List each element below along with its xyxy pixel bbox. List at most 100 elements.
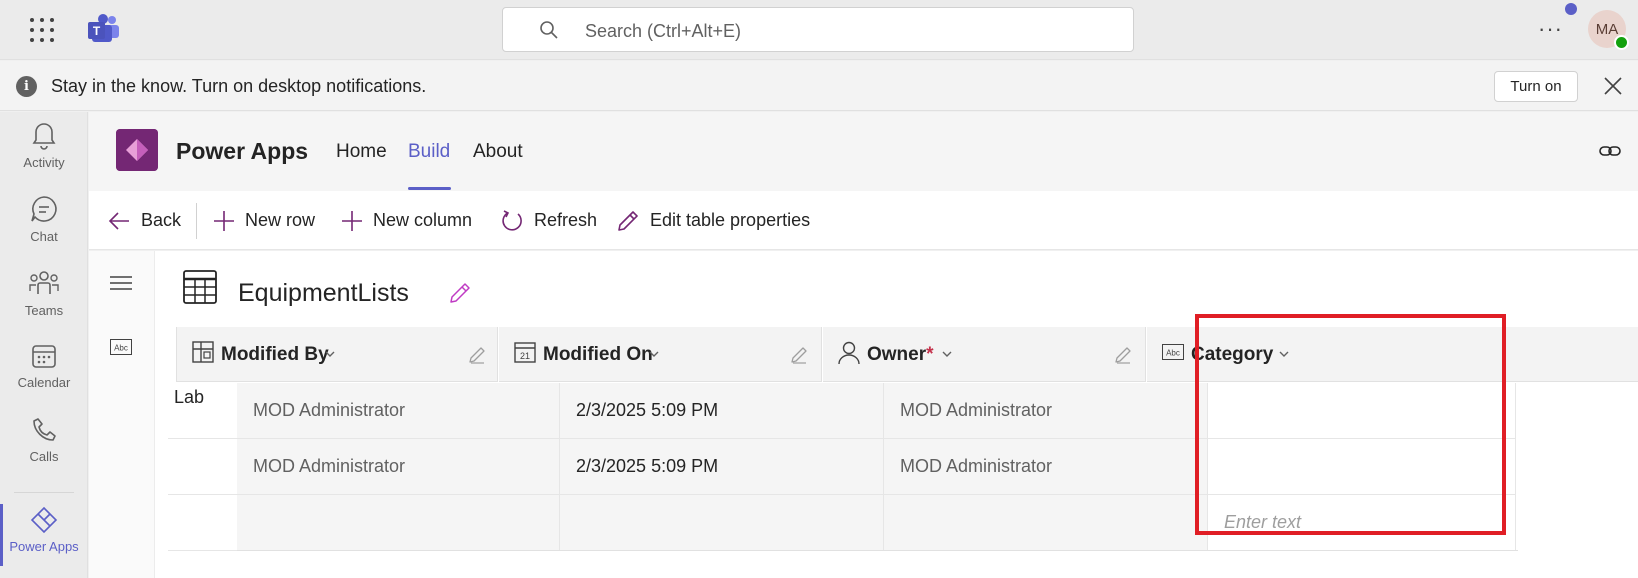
column-header-category[interactable]: Abc Category bbox=[1147, 327, 1638, 382]
tab-build[interactable]: Build bbox=[408, 141, 450, 163]
more-options-icon[interactable]: ··· bbox=[1538, 16, 1563, 42]
rail-label: Activity bbox=[23, 155, 65, 170]
app-bar: Activity Chat Teams Calendar Calls Power… bbox=[0, 112, 88, 578]
active-tab-indicator bbox=[408, 187, 451, 190]
person-icon bbox=[838, 341, 860, 365]
search-icon bbox=[540, 21, 558, 39]
category-input[interactable]: Enter text bbox=[1208, 495, 1516, 551]
column-label: Owner* bbox=[867, 344, 934, 365]
column-label: Modified On bbox=[543, 344, 653, 365]
cell-category[interactable] bbox=[1208, 439, 1516, 495]
rail-label: Power Apps bbox=[9, 539, 79, 554]
cell-modified-by[interactable]: MOD Administrator bbox=[237, 439, 560, 495]
rail-label: Calls bbox=[29, 449, 59, 464]
edit-column-icon[interactable] bbox=[789, 345, 809, 365]
column-header-modified-on[interactable]: 21 Modified On bbox=[499, 327, 822, 382]
cell-owner-empty[interactable] bbox=[884, 495, 1208, 551]
text-abc-icon: Abc bbox=[1162, 344, 1184, 360]
text-abc-icon[interactable]: Abc bbox=[110, 339, 132, 355]
new-column-button[interactable]: New column bbox=[341, 191, 472, 250]
power-apps-logo-icon bbox=[116, 129, 158, 171]
refresh-button[interactable]: Refresh bbox=[500, 191, 597, 250]
app-name: Power Apps bbox=[176, 138, 309, 164]
cell-owner[interactable]: MOD Administrator bbox=[884, 439, 1208, 495]
close-icon[interactable] bbox=[1601, 74, 1625, 98]
column-header-modified-by[interactable]: Modified By bbox=[176, 327, 498, 382]
pencil-icon bbox=[618, 210, 638, 231]
notification-banner: i Stay in the know. Turn on desktop noti… bbox=[0, 61, 1638, 111]
calendar-date-icon: 21 bbox=[514, 342, 536, 363]
chevron-down-icon[interactable] bbox=[648, 348, 660, 360]
edit-table-properties-label: Edit table properties bbox=[650, 210, 811, 230]
teams-icon bbox=[29, 271, 59, 294]
tab-home[interactable]: Home bbox=[336, 141, 387, 163]
hamburger-menu-icon[interactable] bbox=[109, 275, 133, 291]
required-indicator: * bbox=[926, 344, 934, 365]
table-bottom-border bbox=[168, 550, 1518, 551]
avatar[interactable]: MA bbox=[1588, 10, 1629, 50]
presence-available-icon bbox=[1614, 35, 1629, 50]
command-bar: Back New row New column Refresh Edit tab… bbox=[89, 191, 1638, 250]
rail-divider bbox=[14, 492, 74, 493]
svg-text:Abc: Abc bbox=[1166, 349, 1180, 358]
cell-modified-on-empty[interactable] bbox=[560, 495, 884, 551]
search-placeholder: Search (Ctrl+Alt+E) bbox=[585, 21, 742, 41]
refresh-icon bbox=[502, 209, 522, 231]
new-row-button[interactable]: New row bbox=[213, 191, 315, 250]
row-divider bbox=[168, 494, 237, 495]
bell-icon bbox=[32, 123, 56, 150]
rail-label: Teams bbox=[24, 303, 64, 318]
table-title: EquipmentLists bbox=[238, 279, 409, 307]
edit-table-properties-button[interactable]: Edit table properties bbox=[616, 191, 810, 250]
plus-icon bbox=[342, 210, 362, 231]
cell-owner[interactable]: MOD Administrator bbox=[884, 383, 1208, 439]
cell-modified-on[interactable]: 2/3/2025 5:09 PM bbox=[560, 383, 884, 439]
rail-item-calendar[interactable]: Calendar bbox=[0, 342, 88, 390]
rail-item-activity[interactable]: Activity bbox=[0, 120, 88, 170]
chevron-down-icon[interactable] bbox=[941, 348, 953, 360]
table-icon bbox=[183, 270, 217, 304]
svg-text:Abc: Abc bbox=[114, 344, 128, 353]
primary-column-cells bbox=[168, 383, 237, 551]
new-column-label: New column bbox=[373, 210, 473, 230]
notification-text: Stay in the know. Turn on desktop notifi… bbox=[51, 76, 427, 96]
link-icon[interactable] bbox=[1598, 139, 1622, 163]
table-editor: Abc EquipmentLists Modified By 21 Modifi… bbox=[89, 251, 1638, 578]
rail-item-teams[interactable]: Teams bbox=[0, 268, 88, 318]
rail-item-chat[interactable]: Chat bbox=[0, 194, 88, 244]
avatar-initials: MA bbox=[1595, 20, 1619, 38]
lookup-icon bbox=[192, 341, 214, 363]
refresh-label: Refresh bbox=[534, 210, 598, 230]
notification-dot bbox=[1565, 3, 1577, 15]
column-label: Category bbox=[1191, 344, 1274, 365]
app-header: Power Apps Home Build About bbox=[89, 112, 1638, 191]
phone-icon bbox=[33, 418, 56, 441]
new-row-label: New row bbox=[245, 210, 316, 230]
rail-item-power-apps[interactable]: Power Apps bbox=[0, 506, 88, 554]
column-label: Modified By bbox=[221, 344, 329, 365]
cell-modified-on[interactable]: 2/3/2025 5:09 PM bbox=[560, 439, 884, 495]
tab-about[interactable]: About bbox=[473, 141, 523, 163]
plus-icon bbox=[214, 210, 234, 231]
pencil-icon[interactable] bbox=[448, 281, 472, 305]
arrow-left-icon bbox=[108, 211, 129, 230]
teams-logo-icon: T bbox=[88, 14, 119, 42]
back-button[interactable]: Back bbox=[107, 191, 181, 250]
calendar-day-number: 21 bbox=[520, 351, 530, 361]
cell-category[interactable] bbox=[1208, 383, 1516, 439]
back-label: Back bbox=[141, 210, 182, 230]
chevron-down-icon[interactable] bbox=[324, 348, 336, 360]
chat-icon bbox=[31, 196, 57, 222]
rail-label: Calendar bbox=[17, 375, 71, 390]
search-box[interactable]: Search (Ctrl+Alt+E) bbox=[502, 7, 1134, 52]
rail-item-calls[interactable]: Calls bbox=[0, 416, 88, 464]
turn-on-button[interactable]: Turn on bbox=[1494, 71, 1578, 102]
app-launcher-icon[interactable] bbox=[30, 18, 54, 42]
edit-column-icon[interactable] bbox=[1113, 345, 1133, 365]
cell-modified-by[interactable]: MOD Administrator bbox=[237, 383, 560, 439]
cell-modified-by-empty[interactable] bbox=[237, 495, 560, 551]
column-header-owner[interactable]: Owner* bbox=[823, 327, 1146, 382]
edit-column-icon[interactable] bbox=[467, 345, 487, 365]
chevron-down-icon[interactable] bbox=[1278, 348, 1290, 360]
left-panel: Abc bbox=[89, 251, 155, 578]
